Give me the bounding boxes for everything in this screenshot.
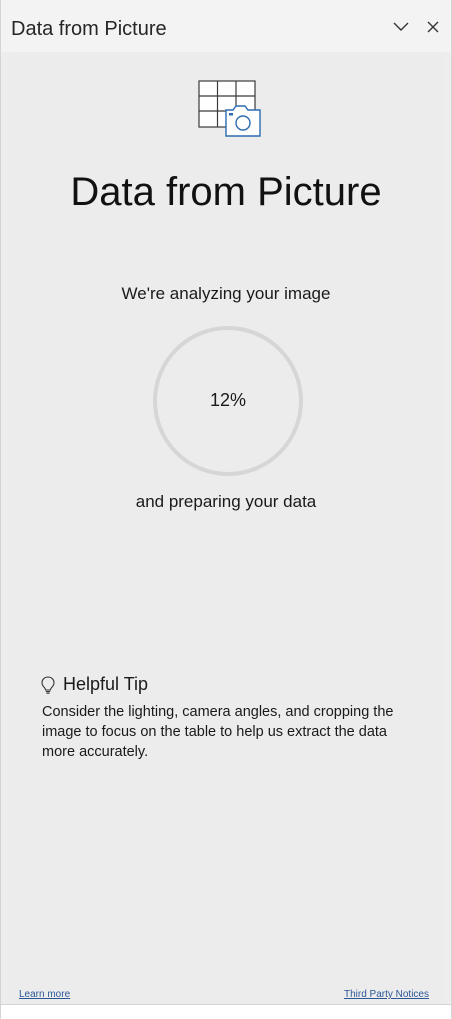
bottom-strip xyxy=(1,1004,451,1019)
pane-title-bar: Data from Picture xyxy=(1,0,451,52)
helpful-tip-title: Helpful Tip xyxy=(63,674,149,694)
chevron-down-icon xyxy=(393,22,409,31)
progress-percentage: 12% xyxy=(209,390,247,410)
table-camera-icon xyxy=(198,80,261,137)
analyzing-status-text: We're analyzing your image xyxy=(121,284,331,303)
lightbulb-icon xyxy=(41,675,55,694)
third-party-notices-link[interactable]: Third Party Notices xyxy=(344,989,429,1000)
helpful-tip-header: Helpful Tip xyxy=(41,674,148,695)
preparing-status-text: and preparing your data xyxy=(135,492,317,511)
close-pane-button[interactable] xyxy=(420,14,446,40)
data-from-picture-pane: Data from Picture Data from Picture We'r… xyxy=(0,0,452,1019)
close-icon xyxy=(427,21,439,33)
learn-more-link[interactable]: Learn more xyxy=(19,989,70,1000)
hero-title: Data from Picture xyxy=(70,170,382,214)
pane-title: Data from Picture xyxy=(11,18,167,40)
pane-content: Data from Picture We're analyzing your i… xyxy=(9,52,443,1004)
collapse-pane-button[interactable] xyxy=(388,14,414,40)
helpful-tip-body: Consider the lighting, camera angles, an… xyxy=(42,704,394,760)
